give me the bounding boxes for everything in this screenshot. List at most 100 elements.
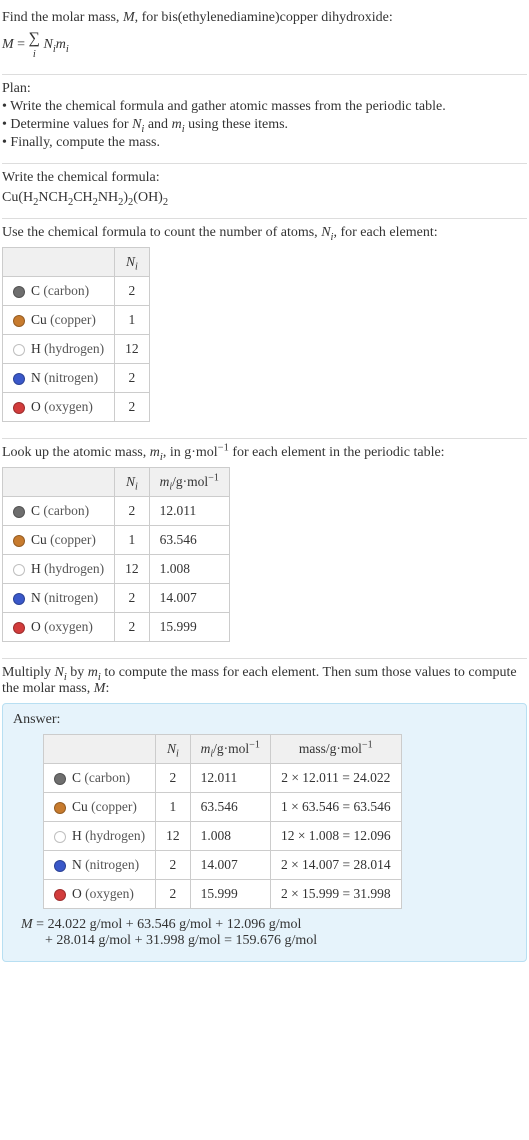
- count-hdr-blank: [3, 248, 115, 277]
- plan-b2-post: using these items.: [185, 117, 288, 132]
- masses-m: 63.546: [149, 526, 229, 555]
- count-table: Ni C (carbon)2Cu (copper)1H (hydrogen)12…: [2, 247, 150, 422]
- masses-table: Ni mi/g·mol−1 C (carbon)212.011Cu (coppe…: [2, 467, 230, 642]
- table-row: Cu (copper)163.5461 × 63.546 = 63.546: [44, 793, 402, 822]
- f-p4: NH: [98, 190, 118, 205]
- answer-hdr-ni: Ni: [156, 735, 191, 764]
- count-n: 2: [115, 364, 150, 393]
- eq-equals: =: [14, 37, 29, 52]
- masses-m: 1.008: [149, 555, 229, 584]
- table-row: O (oxygen)215.9992 × 15.999 = 31.998: [44, 880, 402, 909]
- masses-n: 12: [115, 555, 150, 584]
- element-dot-icon: [13, 344, 25, 356]
- masses-hdr-ni: Ni: [115, 468, 150, 497]
- element-dot-icon: [13, 535, 25, 547]
- plan-ni: Ni: [132, 117, 144, 132]
- mult-ni: Ni: [55, 665, 67, 680]
- table-row: H (hydrogen) 12: [3, 335, 150, 364]
- answer-hdr-mass: mass/g·mol−1: [270, 735, 401, 764]
- answer-formula: M = 24.022 g/mol + 63.546 g/mol + 12.096…: [45, 917, 516, 949]
- plan-title: Plan:: [2, 81, 527, 97]
- table-row: C (carbon)2: [3, 277, 150, 306]
- masses-hdr-blank: [3, 468, 115, 497]
- intro-equation: M = ∑i Nimi: [2, 28, 527, 62]
- element-cell: O (oxygen): [3, 393, 115, 422]
- eq-m: M: [2, 37, 14, 52]
- element-dot-icon: [54, 860, 66, 872]
- count-n: 2: [115, 393, 150, 422]
- element-name: (copper): [91, 799, 137, 814]
- element-dot-icon: [13, 402, 25, 414]
- element-name: (carbon): [43, 283, 89, 298]
- mult-m: M: [94, 681, 106, 696]
- answer-hdr-mi: mi/g·mol−1: [190, 735, 270, 764]
- element-name: (oxygen): [44, 399, 93, 414]
- eq-m2: m: [56, 37, 66, 52]
- count-n: 12: [115, 335, 150, 364]
- intro-m: M: [123, 10, 135, 25]
- table-row: N (nitrogen)214.0072 × 14.007 = 28.014: [44, 851, 402, 880]
- element-cell: C (carbon): [44, 764, 156, 793]
- element-dot-icon: [13, 286, 25, 298]
- element-symbol: C: [31, 503, 40, 518]
- element-symbol: H: [31, 561, 41, 576]
- element-symbol: Cu: [31, 312, 47, 327]
- element-cell: C (carbon): [3, 497, 115, 526]
- element-dot-icon: [13, 373, 25, 385]
- answer-m: 63.546: [190, 793, 270, 822]
- answer-n: 2: [156, 880, 191, 909]
- plan-bullet-1: • Write the chemical formula and gather …: [2, 99, 527, 115]
- masses-hdr-mi-unit: /g·mol: [172, 474, 208, 489]
- element-dot-icon: [54, 802, 66, 814]
- plan-b2-pre: • Determine values for: [2, 117, 132, 132]
- masses-title-pre: Look up the atomic mass,: [2, 445, 150, 460]
- formula-title: Write the chemical formula:: [2, 170, 527, 186]
- table-row: Cu (copper)1: [3, 306, 150, 335]
- element-symbol: O: [31, 399, 41, 414]
- formula-section: Write the chemical formula: Cu(H2NCH2CH2…: [2, 164, 527, 219]
- table-row: N (nitrogen)2: [3, 364, 150, 393]
- table-row: N (nitrogen)214.007: [3, 584, 230, 613]
- answer-final-l2: + 28.014 g/mol + 31.998 g/mol = 159.676 …: [45, 933, 317, 948]
- element-symbol: O: [31, 619, 41, 634]
- answer-box: Answer: Ni mi/g·mol−1 mass/g·mol−1 C (ca…: [2, 703, 527, 962]
- element-cell: N (nitrogen): [44, 851, 156, 880]
- count-table-header: Ni: [3, 248, 150, 277]
- element-symbol: Cu: [31, 532, 47, 547]
- element-name: (oxygen): [44, 619, 93, 634]
- plan-section: Plan: • Write the chemical formula and g…: [2, 75, 527, 164]
- mult-by: by: [67, 665, 88, 680]
- count-hdr-ni: Ni: [115, 248, 150, 277]
- plan-bullet-2: • Determine values for Ni and mi using t…: [2, 117, 527, 133]
- answer-title: Answer:: [13, 712, 516, 728]
- masses-n: 2: [115, 497, 150, 526]
- element-name: (nitrogen): [85, 857, 139, 872]
- answer-n: 12: [156, 822, 191, 851]
- masses-m: 15.999: [149, 613, 229, 642]
- answer-n: 2: [156, 764, 191, 793]
- mult-post: :: [105, 681, 109, 696]
- masses-hdr-mi-sym: m: [160, 474, 170, 489]
- element-cell: O (oxygen): [3, 613, 115, 642]
- multiply-text: Multiply Ni by mi to compute the mass fo…: [2, 665, 527, 697]
- masses-hdr-mi: mi/g·mol−1: [149, 468, 229, 497]
- element-name: (hydrogen): [44, 341, 104, 356]
- element-name: (oxygen): [85, 886, 134, 901]
- count-n: 1: [115, 306, 150, 335]
- intro-text-pre: Find the molar mass,: [2, 10, 123, 25]
- element-dot-icon: [13, 564, 25, 576]
- table-row: C (carbon)212.0112 × 12.011 = 24.022: [44, 764, 402, 793]
- element-dot-icon: [54, 831, 66, 843]
- element-cell: H (hydrogen): [44, 822, 156, 851]
- element-symbol: O: [72, 886, 82, 901]
- answer-calc: 2 × 12.011 = 24.022: [270, 764, 401, 793]
- answer-final-l1: = 24.022 g/mol + 63.546 g/mol + 12.096 g…: [36, 917, 301, 932]
- chemical-formula: Cu(H2NCH2CH2NH2)2(OH)2: [2, 190, 527, 206]
- element-name: (carbon): [43, 503, 89, 518]
- element-cell: H (hydrogen): [3, 555, 115, 584]
- element-name: (hydrogen): [44, 561, 104, 576]
- element-symbol: H: [31, 341, 41, 356]
- masses-m: 12.011: [149, 497, 229, 526]
- answer-calc: 1 × 63.546 = 63.546: [270, 793, 401, 822]
- element-dot-icon: [13, 622, 25, 634]
